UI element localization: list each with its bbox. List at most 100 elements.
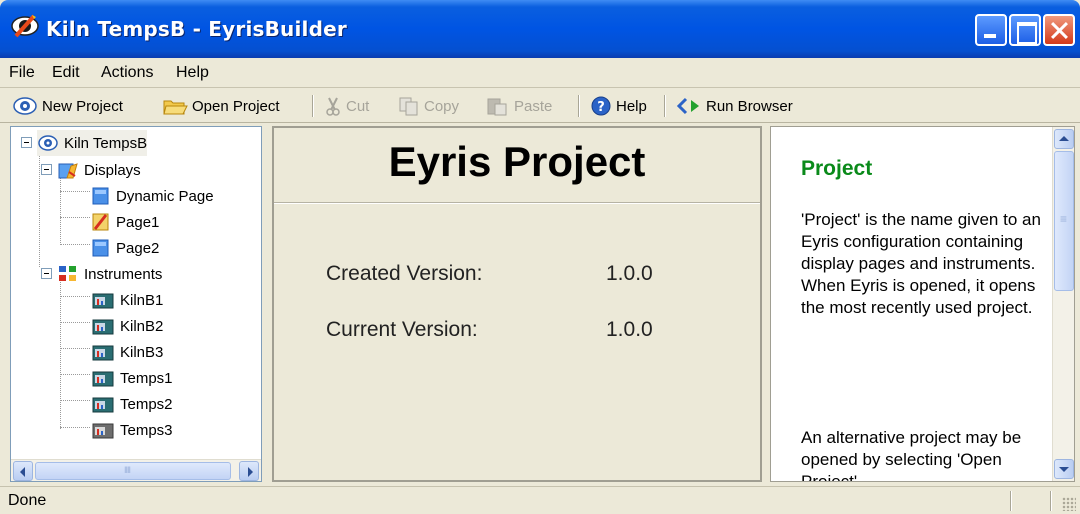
tree-child-label: Dynamic Page <box>116 187 214 205</box>
scroll-thumb[interactable] <box>1054 151 1074 291</box>
tree-item-instrument[interactable]: Temps2 <box>91 391 173 417</box>
tree-item-page1[interactable]: Page1 <box>91 209 159 235</box>
open-project-label: Open Project <box>192 97 280 115</box>
help-label: Help <box>616 97 647 115</box>
open-folder-icon <box>163 100 188 115</box>
tree-child-label: Temps3 <box>120 421 173 439</box>
scroll-left-button[interactable] <box>13 461 33 481</box>
run-browser-icon <box>676 97 699 115</box>
toolbar-separator <box>664 95 666 117</box>
tree-item-instrument[interactable]: Temps1 <box>91 365 173 391</box>
tree-connector <box>60 244 90 245</box>
scroll-up-button[interactable] <box>1054 129 1074 149</box>
help-icon: ? <box>591 96 611 116</box>
tree-connector <box>39 149 40 267</box>
tree-instruments-label: Instruments <box>84 265 163 283</box>
menu-edit[interactable]: Edit <box>52 64 80 82</box>
new-project-icon <box>13 97 37 115</box>
title-bar[interactable]: Kiln TempsB - EyrisBuilder <box>0 0 1080 58</box>
paste-button[interactable]: Paste <box>486 94 552 118</box>
tree-connector <box>60 348 90 349</box>
minimize-button[interactable] <box>975 14 1007 46</box>
tree-displays-label: Displays <box>84 161 141 179</box>
current-version-value: 1.0.0 <box>606 318 653 341</box>
tree-child-label: KilnB1 <box>120 291 164 309</box>
resize-grip[interactable] <box>1062 497 1076 511</box>
project-tree[interactable]: Kiln TempsB Displays Dynamic Page Page1 … <box>10 126 262 482</box>
project-title: Eyris Project <box>388 138 646 185</box>
instrument-icon <box>92 319 114 335</box>
tree-connector <box>60 217 90 218</box>
maximize-button[interactable] <box>1009 14 1041 46</box>
cut-label: Cut <box>346 97 370 115</box>
copy-icon <box>399 97 418 116</box>
tree-root-label: Kiln TempsB <box>64 134 148 152</box>
tree-child-label: KilnB3 <box>120 343 164 361</box>
project-properties-pane: Eyris Project Created Version: 1.0.0 Cur… <box>272 126 762 482</box>
created-version-label: Created Version: <box>326 262 483 285</box>
help-vertical-scrollbar[interactable] <box>1052 127 1074 481</box>
window-title: Kiln TempsB - EyrisBuilder <box>46 17 347 41</box>
tree-item-instrument[interactable]: KilnB2 <box>91 313 163 339</box>
tree-item-instruments[interactable]: Instruments <box>57 261 162 287</box>
tree-expander-root[interactable] <box>21 137 32 148</box>
copy-button[interactable]: Copy <box>398 94 459 118</box>
instrument-icon <box>92 371 114 387</box>
displays-folder-icon <box>58 163 78 179</box>
paste-label: Paste <box>514 97 553 115</box>
menu-file[interactable]: File <box>9 64 35 82</box>
status-separator <box>1010 491 1012 511</box>
tree-item-page2[interactable]: Page2 <box>91 235 159 261</box>
instrument-icon <box>92 423 114 439</box>
menu-help[interactable]: Help <box>176 64 209 82</box>
tree-child-label: Temps1 <box>120 369 173 387</box>
tree-connector <box>60 296 90 297</box>
toolbar-separator <box>312 95 314 117</box>
instrument-icon <box>92 293 114 309</box>
page-icon <box>92 187 109 205</box>
edit-page-icon <box>92 213 109 231</box>
help-paragraph: An alternative project may be opened by … <box>801 428 1022 482</box>
new-project-button[interactable]: New Project <box>12 94 123 118</box>
tree-expander-instruments[interactable] <box>41 268 52 279</box>
tree-item-instrument[interactable]: KilnB3 <box>91 339 163 365</box>
tree-item-root[interactable]: Kiln TempsB <box>37 130 148 156</box>
close-button[interactable] <box>1043 14 1075 46</box>
project-icon <box>38 135 58 151</box>
tree-connector <box>60 175 61 245</box>
cut-button[interactable]: Cut <box>324 94 369 118</box>
paste-icon <box>487 98 507 116</box>
tree-expander-displays[interactable] <box>41 164 52 175</box>
help-pane: Project 'Project' is the name given to a… <box>770 126 1075 482</box>
tree-connector <box>60 400 90 401</box>
scroll-down-button[interactable] <box>1054 459 1074 479</box>
open-project-button[interactable]: Open Project <box>162 94 280 118</box>
scroll-thumb[interactable] <box>35 462 231 480</box>
tree-item-dynamic-page[interactable]: Dynamic Page <box>91 183 214 209</box>
tree-item-instrument[interactable]: KilnB1 <box>91 287 163 313</box>
tree-child-label: Page1 <box>116 213 160 231</box>
divider <box>274 202 760 204</box>
help-title: Project <box>801 157 873 180</box>
tree-connector <box>60 374 90 375</box>
run-browser-button[interactable]: Run Browser <box>676 94 793 118</box>
copy-label: Copy <box>424 97 460 115</box>
tree-connector <box>60 322 90 323</box>
status-text: Done <box>8 492 47 509</box>
current-version-label: Current Version: <box>326 318 478 341</box>
svg-text:?: ? <box>597 100 605 115</box>
tree-horizontal-scrollbar[interactable] <box>11 459 261 481</box>
instruments-icon <box>59 266 76 281</box>
menu-actions[interactable]: Actions <box>101 64 153 82</box>
created-version-value: 1.0.0 <box>606 262 653 285</box>
tree-item-instrument[interactable]: Temps3 <box>91 417 173 443</box>
menu-bar: File Edit Actions Help <box>0 58 1080 88</box>
scissors-icon <box>326 97 340 116</box>
help-button[interactable]: ? Help <box>590 94 647 118</box>
instrument-icon <box>92 397 114 413</box>
tree-connector <box>60 191 90 192</box>
help-paragraph: 'Project' is the name given to an Eyris … <box>801 210 1041 317</box>
tree-item-displays[interactable]: Displays <box>57 157 141 183</box>
scroll-right-button[interactable] <box>239 461 259 481</box>
toolbar-separator <box>578 95 580 117</box>
